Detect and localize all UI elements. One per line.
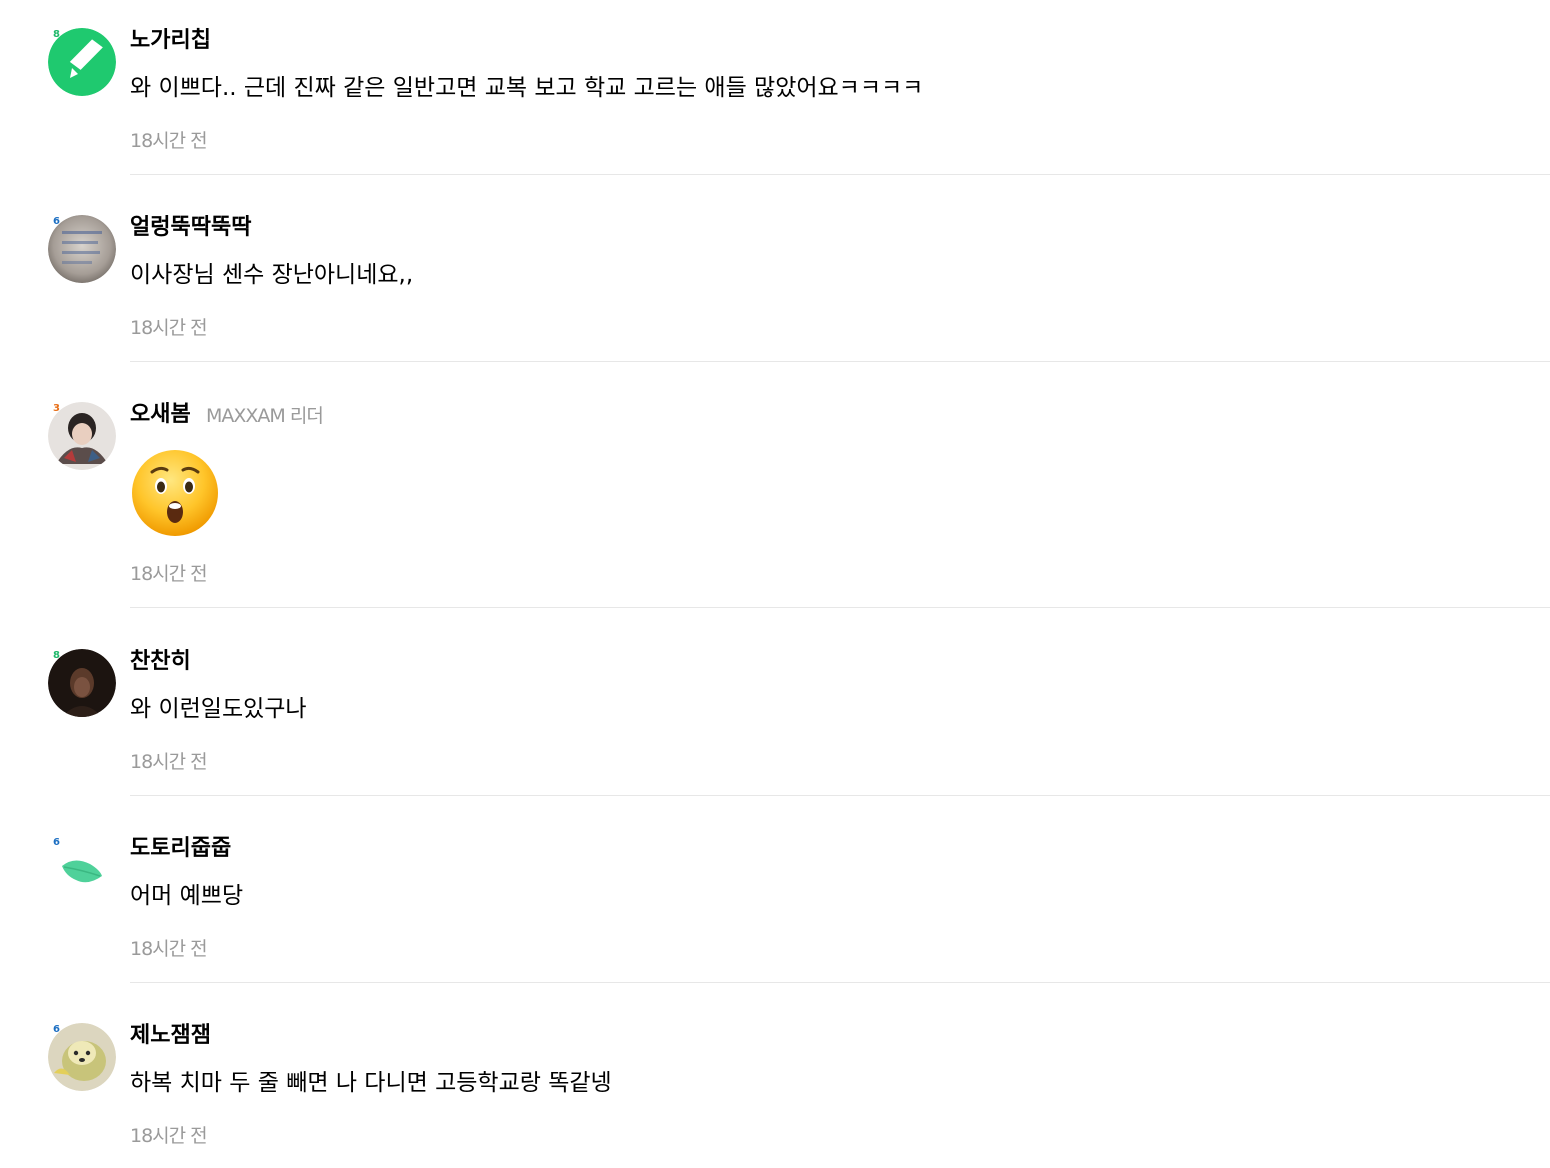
comment-text: 하복 치마 두 줄 빼면 나 다니면 고등학교랑 똑같넹 bbox=[130, 1070, 612, 1096]
divider bbox=[130, 795, 1550, 796]
comment-item: 6 제노잼잼 하복 치마 두 줄 빼면 나 다니면 고등학교랑 똑같넹 18시간… bbox=[0, 995, 1550, 1168]
divider bbox=[130, 174, 1550, 175]
divider bbox=[130, 361, 1550, 362]
nickname[interactable]: 오새봄 bbox=[130, 400, 191, 430]
level-badge: 6 bbox=[53, 837, 60, 848]
nickname[interactable]: 제노잼잼 bbox=[130, 1021, 211, 1051]
divider bbox=[130, 607, 1550, 608]
level-badge: 6 bbox=[53, 1024, 60, 1035]
nickname[interactable]: 찬찬히 bbox=[130, 647, 191, 677]
comment-item: 8 찬찬히 와 이런일도있구나 18시간 전 bbox=[0, 621, 1550, 808]
nickname[interactable]: 도토리줍줍 bbox=[130, 834, 231, 864]
comment-text: 이사장님 센수 장난아니네요,, bbox=[130, 262, 414, 288]
level-badge: 8 bbox=[53, 29, 60, 40]
role-label: MAXXAM 리더 bbox=[206, 405, 324, 427]
timestamp: 18시간 전 bbox=[130, 751, 208, 773]
timestamp: 18시간 전 bbox=[130, 938, 208, 960]
level-badge: 8 bbox=[53, 650, 60, 661]
comment-list: 8 노가리칩 와 이쁘다.. 근데 진짜 같은 일반고면 교복 보고 학교 고르… bbox=[0, 0, 1550, 1168]
level-badge: 6 bbox=[53, 216, 60, 227]
timestamp: 18시간 전 bbox=[130, 130, 208, 152]
astonished-face-emoji-icon bbox=[132, 450, 218, 536]
comment-item: 3 오새봄 MAXXAM 리더 18시간 전 bbox=[0, 374, 1550, 608]
nickname[interactable]: 얼렁뚝딱뚝딱 bbox=[130, 213, 251, 243]
level-badge: 3 bbox=[53, 403, 60, 414]
comment-item: 8 노가리칩 와 이쁘다.. 근데 진짜 같은 일반고면 교복 보고 학교 고르… bbox=[0, 0, 1550, 187]
timestamp: 18시간 전 bbox=[130, 1125, 208, 1147]
timestamp: 18시간 전 bbox=[130, 317, 208, 339]
comment-text: 와 이쁘다.. 근데 진짜 같은 일반고면 교복 보고 학교 고르는 애들 많았… bbox=[130, 75, 924, 101]
comment-item: 6 도토리줍줍 어머 예쁘당 18시간 전 bbox=[0, 808, 1550, 995]
timestamp: 18시간 전 bbox=[130, 563, 208, 585]
comment-text: 와 이런일도있구나 bbox=[130, 696, 307, 722]
comment-item: 6 얼렁뚝딱뚝딱 이사장님 센수 장난아니네요,, 18시간 전 bbox=[0, 187, 1550, 374]
comment-text: 어머 예쁘당 bbox=[130, 883, 244, 909]
divider bbox=[130, 982, 1550, 983]
nickname[interactable]: 노가리칩 bbox=[130, 26, 211, 56]
